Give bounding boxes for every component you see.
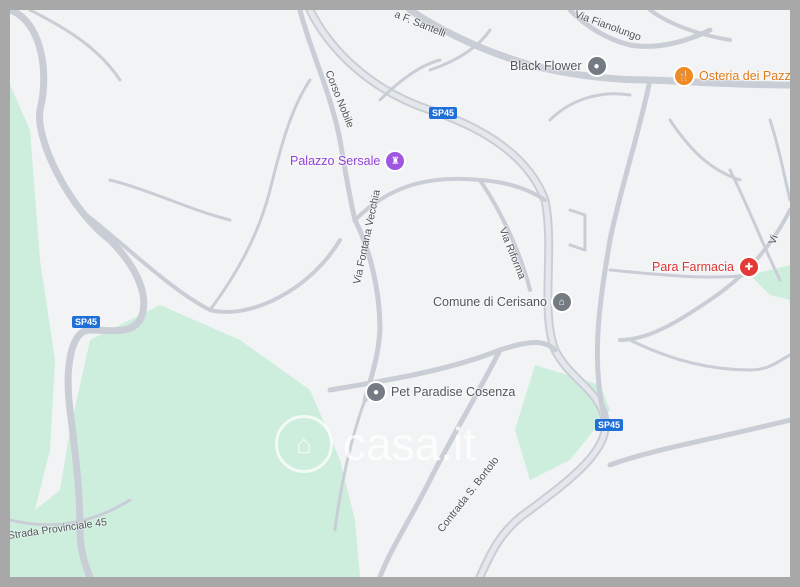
poi-para-farmacia[interactable]: Para Farmacia ✚ xyxy=(652,258,758,276)
pharmacy-icon: ✚ xyxy=(739,258,758,276)
house-icon: ⌂ xyxy=(275,415,333,473)
bank-icon: ⌂ xyxy=(552,293,571,311)
road-network xyxy=(10,10,790,577)
castle-icon: ♜ xyxy=(386,152,405,170)
map-frame: SP45 SP45 SP45 a F. Santelli Via Fianolu… xyxy=(0,0,800,587)
poi-comune-di-cerisano[interactable]: Comune di Cerisano ⌂ xyxy=(433,293,571,311)
casa-it-watermark: ⌂ casa.it xyxy=(275,415,476,473)
map-canvas[interactable]: SP45 SP45 SP45 a F. Santelli Via Fianolu… xyxy=(10,10,790,577)
poi-label: Comune di Cerisano xyxy=(433,295,547,309)
route-shield-sp45: SP45 xyxy=(595,419,624,431)
route-shield-sp45: SP45 xyxy=(429,107,458,119)
poi-palazzo-sersale[interactable]: Palazzo Sersale ♜ xyxy=(290,152,405,170)
poi-osteria-dei-pazz[interactable]: 🍴 Osteria dei Pazz xyxy=(675,67,790,85)
pin-icon: ● xyxy=(367,383,385,401)
route-shield-sp45: SP45 xyxy=(72,316,101,328)
poi-label: Para Farmacia xyxy=(652,260,734,274)
pin-icon: ● xyxy=(587,57,606,75)
poi-label: Palazzo Sersale xyxy=(290,154,381,168)
watermark-text: casa.it xyxy=(343,418,476,470)
fork-knife-icon: 🍴 xyxy=(675,67,693,85)
poi-label: Pet Paradise Cosenza xyxy=(391,385,516,399)
poi-label: Black Flower xyxy=(510,59,582,73)
poi-black-flower[interactable]: Black Flower ● xyxy=(510,57,606,75)
poi-label: Osteria dei Pazz xyxy=(699,69,790,83)
poi-pet-paradise-cosenza[interactable]: ● Pet Paradise Cosenza xyxy=(367,383,515,401)
